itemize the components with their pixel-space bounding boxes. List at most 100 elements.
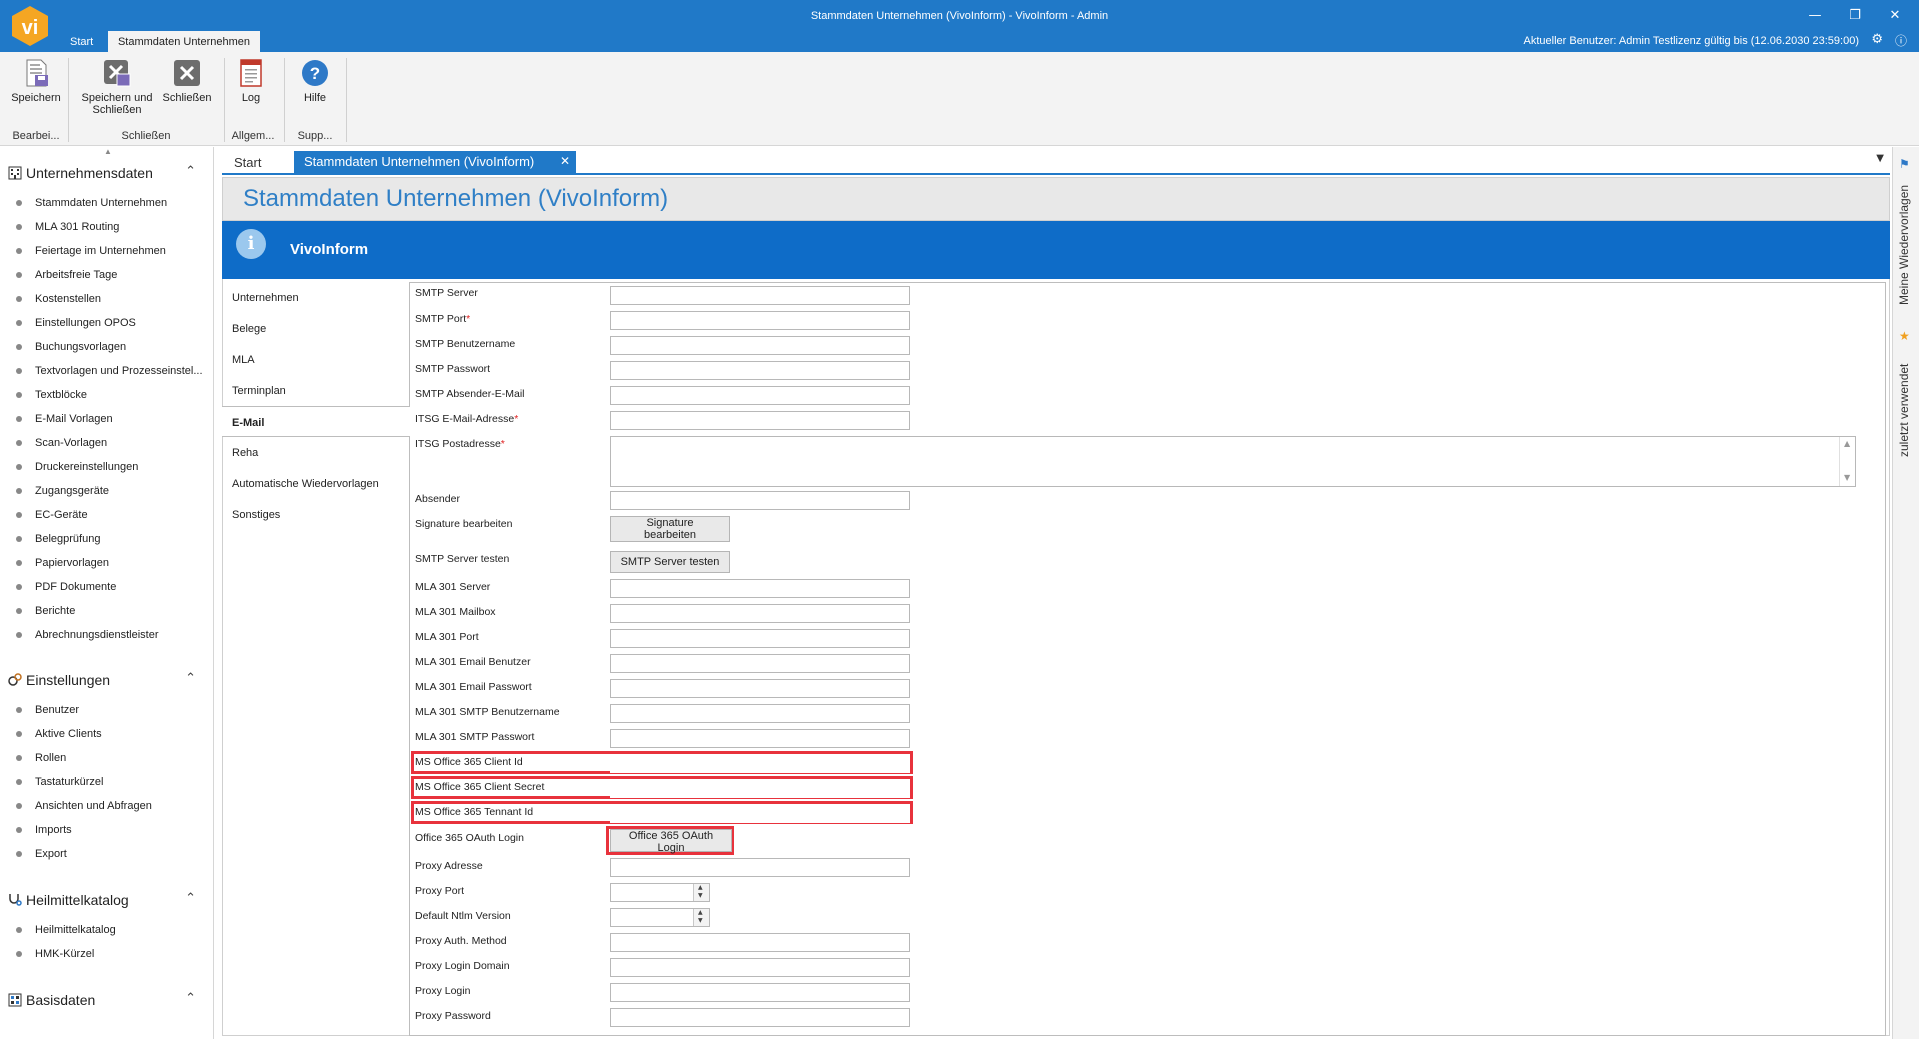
sidebar-section-header[interactable]: Basisdaten ⌃ xyxy=(0,989,213,1013)
chevron-up-icon[interactable]: ⌃ xyxy=(185,991,196,1006)
mla-email-user-input[interactable] xyxy=(610,654,910,673)
sidebar-item[interactable]: EC-Geräte xyxy=(0,504,213,528)
tab-meine-wiedervorlagen[interactable]: Meine Wiedervorlagen xyxy=(1897,175,1917,305)
gear-icon[interactable]: ⚙ xyxy=(1871,32,1883,47)
proxy-domain-input[interactable] xyxy=(610,958,910,977)
scroll-up-icon[interactable]: ▲ xyxy=(1844,439,1850,448)
sidebar-item[interactable]: Belegprüfung xyxy=(0,528,213,552)
chevron-up-icon[interactable]: ⌃ xyxy=(185,891,196,906)
sidebar-item[interactable]: Heilmittelkatalog xyxy=(0,919,213,943)
chevron-down-icon[interactable]: ▼ xyxy=(1876,153,1884,164)
stepper-buttons[interactable]: ▲ ▼ xyxy=(693,909,709,926)
smtp-server-input[interactable] xyxy=(610,286,910,305)
sidebar-item[interactable]: E-Mail Vorlagen xyxy=(0,408,213,432)
sidebar-item[interactable]: MLA 301 Routing xyxy=(0,216,213,240)
stepper-up-icon[interactable]: ▲ xyxy=(698,909,703,917)
sidebar-item[interactable]: Rollen xyxy=(0,747,213,771)
itsg-postal-textarea[interactable]: ▲ ▼ xyxy=(610,436,1856,487)
close-icon[interactable]: ✕ xyxy=(560,154,570,168)
sidebar-item[interactable]: Scan-Vorlagen xyxy=(0,432,213,456)
ribbon-tab-start[interactable]: Start xyxy=(62,32,101,52)
sidebar-item[interactable]: Papiervorlagen xyxy=(0,552,213,576)
info-icon[interactable]: ⓘ xyxy=(1895,32,1907,49)
sidebar-item[interactable]: Export xyxy=(0,843,213,867)
nav-item-unternehmen[interactable]: Unternehmen xyxy=(222,282,409,313)
proxy-port-stepper[interactable]: ▲ ▼ xyxy=(610,883,710,902)
close-button[interactable]: Schließen xyxy=(162,58,212,104)
chevron-up-icon[interactable]: ⌃ xyxy=(185,164,196,179)
smtp-sender-input[interactable] xyxy=(610,386,910,405)
ribbon-tab-stammdaten[interactable]: Stammdaten Unternehmen xyxy=(108,31,260,52)
sidebar-item[interactable]: Abrechnungsdienstleister xyxy=(0,624,213,648)
doc-tab-stammdaten[interactable]: Stammdaten Unternehmen (VivoInform) ✕ xyxy=(294,151,576,173)
proxy-password-input[interactable] xyxy=(610,1008,910,1027)
stepper-down-icon[interactable]: ▼ xyxy=(698,892,703,900)
scroll-down-icon[interactable]: ▼ xyxy=(1844,473,1850,482)
sidebar-item[interactable]: Tastaturkürzel xyxy=(0,771,213,795)
doc-tab-start[interactable]: Start xyxy=(222,151,273,173)
proxy-auth-input[interactable] xyxy=(610,933,910,952)
nav-item-email[interactable]: E-Mail xyxy=(222,406,410,437)
nav-item-terminplan[interactable]: Terminplan xyxy=(222,375,409,406)
sidebar-item[interactable]: Imports xyxy=(0,819,213,843)
sidebar-item[interactable]: HMK-Kürzel xyxy=(0,943,213,967)
sidebar-section-header[interactable]: Heilmittelkatalog ⌃ xyxy=(0,889,213,913)
smtp-user-input[interactable] xyxy=(610,336,910,355)
sidebar-item[interactable]: Kostenstellen xyxy=(0,288,213,312)
ms-tenant-id-input[interactable] xyxy=(610,804,910,823)
oauth-login-button[interactable]: Office 365 OAuth Login xyxy=(610,829,732,854)
minimize-button[interactable]: — xyxy=(1801,6,1829,26)
mla-smtp-user-input[interactable] xyxy=(610,704,910,723)
sidebar-section-header[interactable]: Unternehmensdaten ⌃ xyxy=(0,162,213,186)
sidebar-section-header[interactable]: Einstellungen ⌃ xyxy=(0,669,213,693)
signature-edit-button[interactable]: Signature bearbeiten xyxy=(610,516,730,542)
ms-client-id-input[interactable] xyxy=(610,754,910,773)
close-window-button[interactable]: ✕ xyxy=(1881,6,1909,26)
sidebar-item[interactable]: Zugangsgeräte xyxy=(0,480,213,504)
sidebar-item[interactable]: Aktive Clients xyxy=(0,723,213,747)
nav-item-wiedervorlagen[interactable]: Automatische Wiedervorlagen xyxy=(222,468,409,499)
sidebar-item[interactable]: Ansichten und Abfragen xyxy=(0,795,213,819)
mla-smtp-password-input[interactable] xyxy=(610,729,910,748)
save-and-close-button[interactable]: Speichern und Schließen xyxy=(80,58,154,116)
maximize-button[interactable]: ❐ xyxy=(1841,6,1869,26)
sidebar-item[interactable]: Textblöcke xyxy=(0,384,213,408)
stepper-buttons[interactable]: ▲ ▼ xyxy=(693,884,709,901)
proxy-address-input[interactable] xyxy=(610,858,910,877)
ntlm-version-stepper[interactable]: ▲ ▼ xyxy=(610,908,710,927)
nav-item-sonstiges[interactable]: Sonstiges xyxy=(222,499,409,530)
textarea-scrollbar[interactable]: ▲ ▼ xyxy=(1839,437,1855,486)
nav-item-belege[interactable]: Belege xyxy=(222,313,409,344)
sidebar-item[interactable]: Arbeitsfreie Tage xyxy=(0,264,213,288)
sidebar-item[interactable]: Einstellungen OPOS xyxy=(0,312,213,336)
help-button[interactable]: ? Hilfe xyxy=(298,58,332,104)
sidebar-item[interactable]: PDF Dokumente xyxy=(0,576,213,600)
sidebar-item[interactable]: Buchungsvorlagen xyxy=(0,336,213,360)
chevron-up-icon[interactable]: ⌃ xyxy=(185,671,196,686)
save-button[interactable]: Speichern xyxy=(10,58,62,104)
itsg-email-input[interactable] xyxy=(610,411,910,430)
sidebar-item[interactable]: Feiertage im Unternehmen xyxy=(0,240,213,264)
tab-zuletzt-verwendet[interactable]: zuletzt verwendet xyxy=(1897,347,1917,457)
proxy-login-input[interactable] xyxy=(610,983,910,1002)
ms-client-secret-input[interactable] xyxy=(610,779,910,798)
sidebar-item[interactable]: Benutzer xyxy=(0,699,213,723)
sidebar-item[interactable]: Berichte xyxy=(0,600,213,624)
log-button[interactable]: Log xyxy=(236,58,266,104)
smtp-port-input[interactable] xyxy=(610,311,910,330)
smtp-password-input[interactable] xyxy=(610,361,910,380)
stepper-down-icon[interactable]: ▼ xyxy=(698,917,703,925)
mla-port-input[interactable] xyxy=(610,629,910,648)
mla-server-input[interactable] xyxy=(610,579,910,598)
sidebar-item[interactable]: Druckereinstellungen xyxy=(0,456,213,480)
nav-item-mla[interactable]: MLA xyxy=(222,344,409,375)
smtp-test-button[interactable]: SMTP Server testen xyxy=(610,551,730,573)
sidebar-item[interactable]: Textvorlagen und Prozesseinstel... xyxy=(0,360,213,384)
absender-input[interactable] xyxy=(610,491,910,510)
stepper-up-icon[interactable]: ▲ xyxy=(698,884,703,892)
mla-email-password-input[interactable] xyxy=(610,679,910,698)
sidebar-item[interactable]: Stammdaten Unternehmen xyxy=(0,192,213,216)
nav-item-reha[interactable]: Reha xyxy=(222,437,409,468)
mla-mailbox-input[interactable] xyxy=(610,604,910,623)
sidebar-scroll-up-icon[interactable]: ▲ xyxy=(104,147,112,156)
